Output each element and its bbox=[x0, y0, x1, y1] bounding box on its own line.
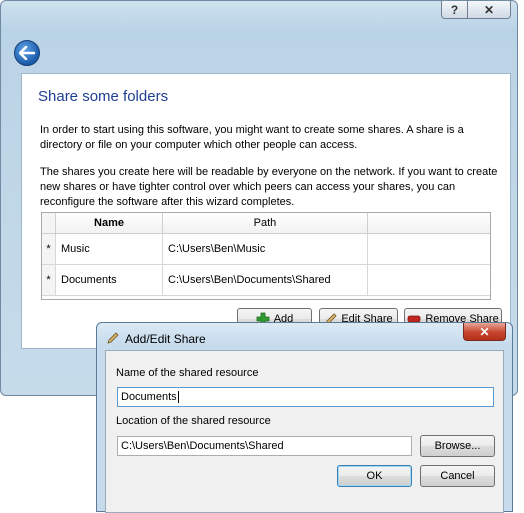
table-row[interactable]: * Music C:\Users\Ben\Music bbox=[42, 234, 490, 265]
row-marker: * bbox=[42, 265, 56, 295]
help-button[interactable]: ? bbox=[441, 1, 468, 19]
table-row[interactable]: * Documents C:\Users\Ben\Documents\Share… bbox=[42, 265, 490, 296]
row-marker: * bbox=[42, 234, 56, 264]
intro-text: In order to start using this software, y… bbox=[40, 124, 464, 151]
table-header: Name Path bbox=[42, 213, 490, 234]
back-arrow-icon bbox=[19, 46, 35, 60]
text-caret bbox=[177, 391, 179, 403]
back-button[interactable] bbox=[14, 40, 40, 66]
name-field-label: Name of the shared resource bbox=[116, 367, 259, 379]
share-location-value: C:\Users\Ben\Documents\Shared bbox=[121, 440, 284, 452]
row-marker-header bbox=[42, 213, 56, 233]
share-path-cell[interactable]: C:\Users\Ben\Music bbox=[163, 234, 368, 264]
add-edit-share-dialog: Add/Edit Share ✕ Name of the shared reso… bbox=[96, 322, 513, 513]
share-name-cell[interactable]: Documents bbox=[56, 265, 163, 295]
dialog-title: Add/Edit Share bbox=[125, 332, 206, 346]
share-name-cell[interactable]: Music bbox=[56, 234, 163, 264]
shares-table[interactable]: Name Path * Music C:\Users\Ben\Music * D… bbox=[41, 212, 491, 300]
page-title: Share some folders bbox=[38, 88, 169, 105]
window-caption-buttons: ? ✕ bbox=[441, 1, 511, 19]
share-location-input[interactable]: C:\Users\Ben\Documents\Shared bbox=[117, 436, 412, 456]
share-name-input[interactable]: Documents bbox=[117, 387, 494, 407]
ok-button[interactable]: OK bbox=[337, 465, 412, 487]
close-button[interactable]: ✕ bbox=[468, 1, 511, 19]
column-header-name[interactable]: Name bbox=[56, 213, 163, 233]
pencil-icon bbox=[106, 331, 120, 348]
location-field-label: Location of the shared resource bbox=[116, 415, 271, 427]
dialog-close-button[interactable]: ✕ bbox=[463, 323, 506, 341]
share-path-cell[interactable]: C:\Users\Ben\Documents\Shared bbox=[163, 265, 368, 295]
dialog-body: Name of the shared resource Documents Lo… bbox=[105, 350, 504, 513]
cancel-button[interactable]: Cancel bbox=[420, 465, 495, 487]
share-name-value: Documents bbox=[121, 391, 177, 403]
permissions-note: The shares you create here will be reada… bbox=[40, 166, 498, 208]
column-header-path[interactable]: Path bbox=[163, 213, 368, 233]
browse-button[interactable]: Browse... bbox=[420, 435, 495, 457]
